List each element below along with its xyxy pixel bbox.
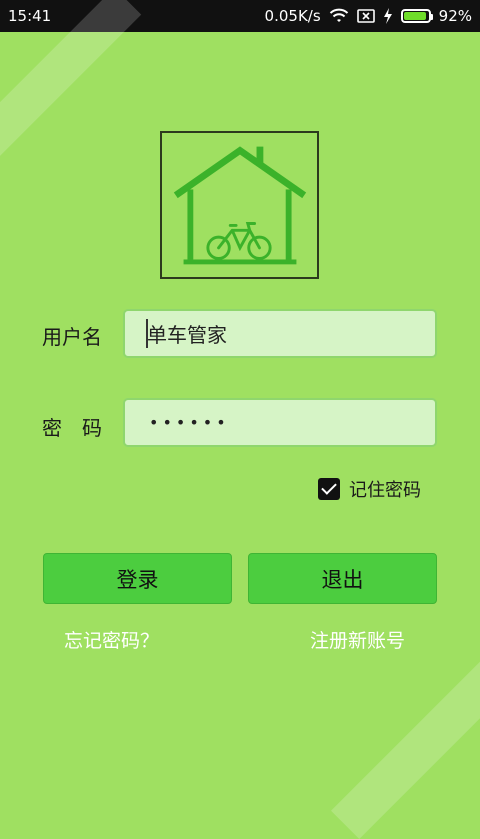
- net-speed: 0.05K/s: [264, 7, 321, 25]
- forgot-password-link[interactable]: 忘记密码？: [64, 626, 159, 653]
- status-time: 15:41: [8, 7, 52, 25]
- battery-icon: [400, 9, 433, 23]
- password-value: ••••••: [149, 413, 230, 432]
- exit-button[interactable]: 退出: [248, 553, 437, 604]
- status-right: 0.05K/s 92%: [265, 7, 472, 25]
- wifi-icon: [329, 8, 349, 24]
- username-field[interactable]: 单车管家: [123, 309, 437, 358]
- battery-fill: [403, 12, 426, 20]
- house-bicycle-icon: [173, 146, 307, 265]
- remember-password-toggle[interactable]: 记住密码: [318, 476, 421, 502]
- battery-percent: 92%: [438, 7, 472, 25]
- charging-icon: [383, 8, 393, 24]
- remember-checkbox[interactable]: [318, 478, 340, 500]
- username-value: 单车管家: [147, 323, 227, 347]
- login-button[interactable]: 登录: [43, 553, 232, 604]
- remember-label: 记住密码: [349, 480, 421, 501]
- sim-card-icon: [356, 8, 375, 24]
- app-logo: [160, 131, 319, 279]
- password-field[interactable]: ••••••: [123, 398, 437, 447]
- password-label: 密码: [42, 416, 122, 440]
- register-account-link[interactable]: 注册新账号: [310, 626, 405, 653]
- decorative-stripe-bottom: [331, 641, 480, 839]
- status-bar: 15:41 0.05K/s 92%: [0, 0, 480, 32]
- username-label: 用户名: [42, 325, 102, 349]
- text-caret: [146, 319, 148, 348]
